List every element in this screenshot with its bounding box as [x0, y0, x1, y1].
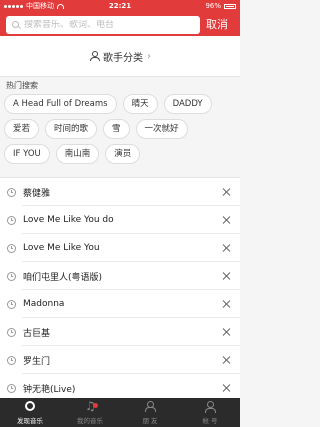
clock-icon	[7, 299, 16, 309]
search-history-list: 蔡健雅 Love Me Like You do Love Me Like You…	[0, 177, 240, 402]
search-icon	[12, 21, 20, 29]
discover-icon	[25, 401, 35, 411]
search-input[interactable]	[24, 20, 194, 30]
cancel-button[interactable]: 取消	[206, 17, 228, 33]
search-box[interactable]	[6, 16, 200, 34]
hot-search-tag[interactable]: 一次就好	[135, 119, 188, 139]
history-item[interactable]: Love Me Like You	[0, 234, 240, 262]
chevron-right-icon: ›	[147, 50, 151, 62]
tag-row: 爱若 时间的歌 雪 一次就好	[4, 119, 236, 139]
singer-icon	[89, 51, 100, 61]
close-icon[interactable]	[222, 327, 232, 337]
hot-search-tag[interactable]: 演员	[105, 144, 141, 164]
clock-icon	[7, 187, 16, 197]
tab-label: 发现音乐	[17, 417, 43, 425]
clock-icon	[7, 355, 16, 365]
hot-search-tag[interactable]: 时间的歌	[45, 119, 98, 139]
close-icon[interactable]	[222, 383, 232, 393]
history-text: Love Me Like You do	[23, 215, 114, 225]
hot-search-title: 热门搜索	[6, 81, 38, 90]
history-text: 罗生门	[23, 356, 51, 367]
account-icon	[205, 401, 216, 413]
history-text: 钟无艳(Live)	[23, 384, 76, 395]
close-icon[interactable]	[222, 243, 232, 253]
top-bar: 中国移动 22:21 96% 取消	[0, 0, 240, 36]
hot-search-tag[interactable]: 晴天	[122, 94, 158, 114]
clock-icon	[7, 327, 16, 337]
status-time: 22:21	[108, 2, 132, 10]
history-item[interactable]: Madonna	[0, 290, 240, 318]
clock-icon	[7, 383, 16, 393]
close-icon[interactable]	[222, 187, 232, 197]
status-bar: 中国移动 22:21 96%	[0, 0, 240, 12]
tab-label: 我的音乐	[77, 417, 103, 425]
tab-account[interactable]: 帐 号	[180, 398, 240, 427]
history-item[interactable]: 罗生门	[0, 346, 240, 374]
hot-search-tag[interactable]: IF YOU	[4, 144, 50, 164]
battery-percent: 96%	[205, 2, 221, 10]
clock-icon	[7, 215, 16, 225]
tab-friends[interactable]: 朋 友	[120, 398, 180, 427]
search-row: 取消	[0, 14, 240, 36]
hot-search-tag[interactable]: DADDY	[163, 94, 212, 114]
history-item[interactable]: 咱们屯里人(粤语版)	[0, 262, 240, 290]
friends-icon	[144, 401, 156, 412]
bottom-tab-bar: 发现音乐 我的音乐 朋 友 帐 号	[0, 398, 240, 427]
hot-search-tag[interactable]: 爱若	[4, 119, 40, 139]
history-text: Love Me Like You	[23, 243, 100, 253]
hot-search-tags: A Head Full of Dreams 晴天 DADDY 爱若 时间的歌 雪…	[4, 94, 236, 169]
history-item[interactable]: 蔡健雅	[0, 178, 240, 206]
hot-search-tag[interactable]: A Head Full of Dreams	[4, 94, 117, 114]
history-text: 咱们屯里人(粤语版)	[23, 272, 103, 283]
hot-search-tag[interactable]: 雪	[103, 119, 130, 139]
tab-my-music[interactable]: 我的音乐	[60, 398, 120, 427]
history-item[interactable]: 古巨基	[0, 318, 240, 346]
status-right: 96%	[205, 0, 236, 12]
tag-row: IF YOU 南山南 演员	[4, 144, 236, 164]
close-icon[interactable]	[222, 299, 232, 309]
singer-category-label: 歌手分类	[103, 52, 143, 64]
clock-icon	[7, 243, 16, 253]
history-text: 蔡健雅	[23, 188, 51, 199]
history-text: Madonna	[23, 299, 65, 309]
battery-icon	[224, 3, 236, 9]
clock-icon	[7, 271, 16, 281]
tab-discover-music[interactable]: 发现音乐	[0, 398, 60, 427]
hot-search-tag[interactable]: 南山南	[55, 144, 100, 164]
tab-label: 帐 号	[202, 417, 218, 425]
close-icon[interactable]	[222, 355, 232, 365]
history-text: 古巨基	[23, 328, 51, 339]
tab-label: 朋 友	[142, 417, 158, 425]
notification-dot	[93, 403, 98, 408]
singer-category-button[interactable]: 歌手分类 ›	[0, 36, 240, 77]
history-item[interactable]: Love Me Like You do	[0, 206, 240, 234]
close-icon[interactable]	[222, 271, 232, 281]
tag-row: A Head Full of Dreams 晴天 DADDY	[4, 94, 236, 114]
close-icon[interactable]	[222, 215, 232, 225]
